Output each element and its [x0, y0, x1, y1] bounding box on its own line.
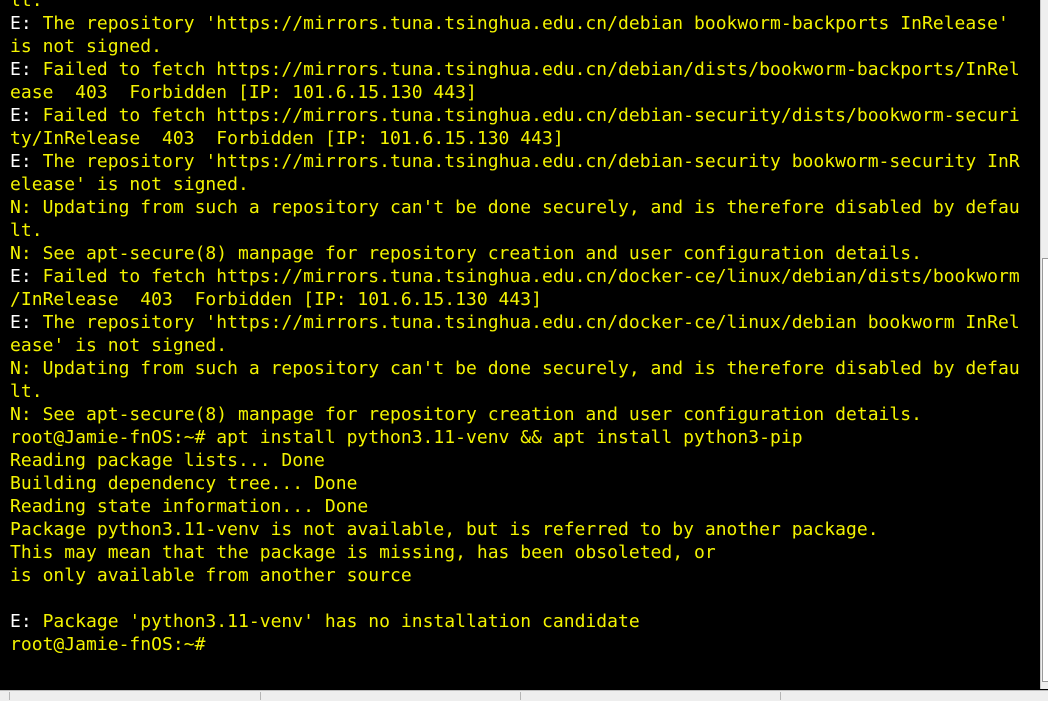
terminal-line-text: ty/InRelease 403 Forbidden [IP: 101.6.15…: [10, 128, 564, 149]
terminal-line: E: Failed to fetch https://mirrors.tuna.…: [10, 104, 1034, 127]
terminal-line: N: Updating from such a repository can't…: [10, 196, 1034, 219]
terminal-window[interactable]: lt. E: The repository 'https://mirrors.tu…: [0, 0, 1048, 701]
terminal-line: /InRelease 403 Forbidden [IP: 101.6.15.1…: [10, 288, 1034, 311]
terminal-line: N: See apt-secure(8) manpage for reposit…: [10, 403, 1034, 426]
terminal-output[interactable]: lt. E: The repository 'https://mirrors.tu…: [10, 0, 1034, 689]
terminal-line-text: ease' is not signed.: [10, 335, 228, 356]
terminal-line-text: root@Jamie-fnOS:~# apt install python3.1…: [10, 427, 803, 448]
terminal-line: Reading package lists... Done: [10, 449, 1034, 472]
terminal-line-text: N: See apt-secure(8) manpage for reposit…: [10, 404, 922, 425]
error-prefix: E:: [10, 312, 32, 333]
terminal-line: root@Jamie-fnOS:~# apt install python3.1…: [10, 426, 1034, 449]
status-strip: [0, 690, 1048, 701]
terminal-line: Building dependency tree... Done: [10, 472, 1034, 495]
terminal-line: ease' is not signed.: [10, 334, 1034, 357]
terminal-line: is only available from another source: [10, 564, 1034, 587]
error-prefix: E:: [10, 59, 32, 80]
error-prefix: E:: [10, 266, 32, 287]
terminal-line: N: Updating from such a repository can't…: [10, 357, 1034, 380]
status-divider: [520, 692, 521, 700]
status-divider: [9, 692, 10, 700]
terminal-line-text: The repository 'https://mirrors.tuna.tsi…: [31, 312, 1020, 333]
terminal-line: Reading state information... Done: [10, 495, 1034, 518]
terminal-line: root@Jamie-fnOS:~#: [10, 633, 1034, 656]
terminal-line-text: root@Jamie-fnOS:~#: [10, 634, 206, 655]
terminal-line: lt.: [10, 219, 1034, 242]
terminal-line: E: The repository 'https://mirrors.tuna.…: [10, 311, 1034, 334]
status-divider: [260, 692, 261, 700]
terminal-line-text: ease 403 Forbidden [IP: 101.6.15.130 443…: [10, 82, 477, 103]
terminal-line-text: lt.: [10, 220, 43, 241]
terminal-line-text: elease' is not signed.: [10, 174, 249, 195]
terminal-line-text: Building dependency tree... Done: [10, 473, 358, 494]
terminal-line: lt.: [10, 380, 1034, 403]
terminal-line-text: Failed to fetch https://mirrors.tuna.tsi…: [31, 266, 1020, 287]
terminal-line: elease' is not signed.: [10, 173, 1034, 196]
terminal-line-text: The repository 'https://mirrors.tuna.tsi…: [31, 13, 1009, 34]
terminal-line-text: N: Updating from such a repository can't…: [10, 197, 1020, 218]
terminal-line-text: N: See apt-secure(8) manpage for reposit…: [10, 243, 922, 264]
terminal-line-text: Package python3.11-venv is not available…: [10, 519, 879, 540]
terminal-line-text: Failed to fetch https://mirrors.tuna.tsi…: [31, 105, 1020, 126]
terminal-line-text: /InRelease 403 Forbidden [IP: 101.6.15.1…: [10, 289, 542, 310]
terminal-line: is not signed.: [10, 35, 1034, 58]
terminal-line: ease 403 Forbidden [IP: 101.6.15.130 443…: [10, 81, 1034, 104]
terminal-line: E: Failed to fetch https://mirrors.tuna.…: [10, 58, 1034, 81]
terminal-line: E: Failed to fetch https://mirrors.tuna.…: [10, 265, 1034, 288]
terminal-line-text: Package 'python3.11-venv' has no install…: [31, 611, 640, 632]
terminal-line-text: is only available from another source: [10, 565, 412, 586]
terminal-line-text: lt.: [10, 0, 43, 11]
error-prefix: E:: [10, 13, 32, 34]
terminal-line: E: The repository 'https://mirrors.tuna.…: [10, 150, 1034, 173]
vertical-scrollbar-track[interactable]: [1040, 0, 1048, 689]
error-prefix: E:: [10, 611, 32, 632]
terminal-line-text: This may mean that the package is missin…: [10, 542, 716, 563]
terminal-line: E: Package 'python3.11-venv' has no inst…: [10, 610, 1034, 633]
terminal-line: lt.: [10, 0, 1034, 12]
terminal-line-text: Reading state information... Done: [10, 496, 369, 517]
terminal-line: N: See apt-secure(8) manpage for reposit…: [10, 242, 1034, 265]
terminal-line: This may mean that the package is missin…: [10, 541, 1034, 564]
terminal-line-text: is not signed.: [10, 36, 162, 57]
status-divider: [780, 692, 781, 700]
error-prefix: E:: [10, 105, 32, 126]
error-prefix: E:: [10, 151, 32, 172]
terminal-line-text: The repository 'https://mirrors.tuna.tsi…: [31, 151, 1020, 172]
terminal-line: Package python3.11-venv is not available…: [10, 518, 1034, 541]
terminal-line-text: Reading package lists... Done: [10, 450, 325, 471]
terminal-line-text: lt.: [10, 381, 43, 402]
terminal-line: E: The repository 'https://mirrors.tuna.…: [10, 12, 1034, 35]
terminal-line-text: Failed to fetch https://mirrors.tuna.tsi…: [31, 59, 1020, 80]
terminal-line: ty/InRelease 403 Forbidden [IP: 101.6.15…: [10, 127, 1034, 150]
vertical-scrollbar-thumb[interactable]: [1042, 258, 1048, 682]
terminal-line-text: N: Updating from such a repository can't…: [10, 358, 1020, 379]
